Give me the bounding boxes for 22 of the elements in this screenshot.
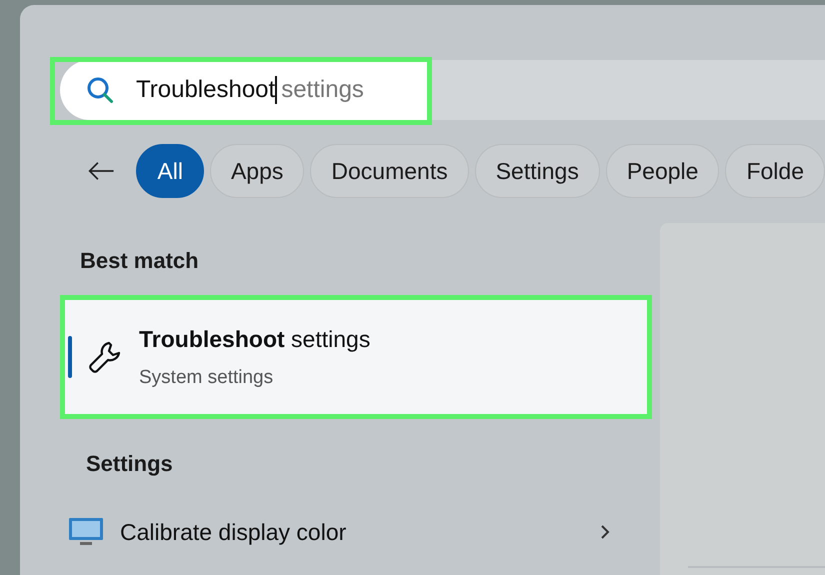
settings-result[interactable]: Calibrate display color xyxy=(20,510,620,554)
filter-tab[interactable]: Apps xyxy=(210,144,304,198)
chevron-right-icon xyxy=(600,524,610,540)
filter-tab[interactable]: All xyxy=(136,144,204,198)
monitor-icon xyxy=(68,517,104,547)
best-match-result[interactable]: Troubleshoot settings System settings xyxy=(60,295,652,419)
section-heading: Best match xyxy=(80,247,200,275)
filter-tab[interactable]: Folde xyxy=(725,144,825,198)
section-heading: Settings xyxy=(86,450,174,478)
result-subtitle: System settings xyxy=(139,366,274,390)
wrench-icon xyxy=(87,339,123,375)
filter-tab[interactable]: Documents xyxy=(310,144,469,198)
search-text: Troubleshoot xyxy=(136,76,278,104)
filter-tab[interactable]: Settings xyxy=(474,144,600,198)
autocomplete-suggestion: settings xyxy=(281,75,364,105)
search-icon xyxy=(86,76,114,104)
back-arrow-icon[interactable] xyxy=(88,160,114,182)
settings-result-label: Calibrate display color xyxy=(120,518,348,547)
selection-indicator xyxy=(68,336,72,378)
search-field[interactable]: Troubleshoot settings xyxy=(60,60,825,120)
filter-tab[interactable]: People xyxy=(606,144,720,198)
result-title: Troubleshoot settings xyxy=(139,324,370,354)
